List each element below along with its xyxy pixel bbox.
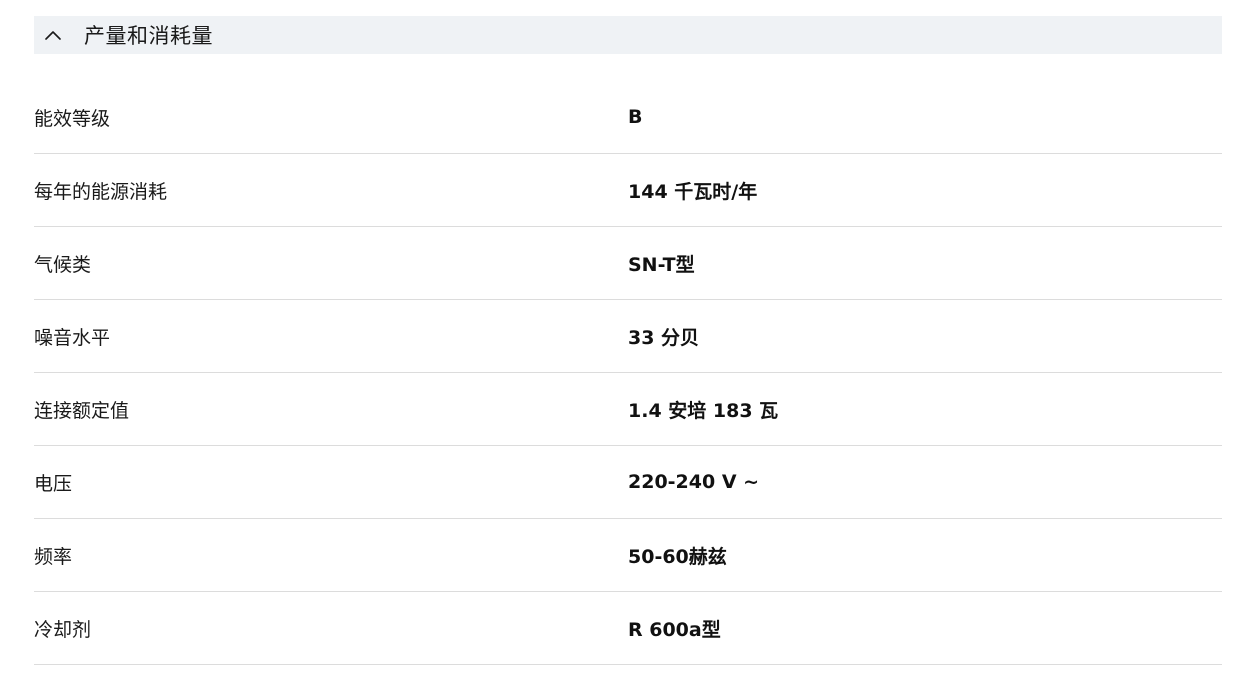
spec-row-noise-level: 噪音水平 33 分贝 xyxy=(34,300,1222,373)
section-header-toggle[interactable]: 产量和消耗量 xyxy=(34,16,1222,54)
spec-label: 连接额定值 xyxy=(34,399,130,422)
spec-panel: 产量和消耗量 能效等级 B 每年的能源消耗 144 千瓦时/年 气候类 SN-T… xyxy=(34,16,1222,665)
spec-label: 每年的能源消耗 xyxy=(34,180,168,203)
spec-value: 33 分贝 xyxy=(628,326,700,349)
spec-value: SN-T型 xyxy=(628,253,695,276)
spec-value: 50-60赫兹 xyxy=(628,545,727,568)
spec-value: 1.4 安培 183 瓦 xyxy=(628,399,779,422)
spec-row-annual-energy: 每年的能源消耗 144 千瓦时/年 xyxy=(34,154,1222,227)
spec-label: 能效等级 xyxy=(34,107,111,130)
spec-label: 噪音水平 xyxy=(34,326,111,349)
spec-list: 能效等级 B 每年的能源消耗 144 千瓦时/年 气候类 SN-T型 噪音水平 … xyxy=(34,81,1222,665)
spec-row-frequency: 频率 50-60赫兹 xyxy=(34,519,1222,592)
section-title: 产量和消耗量 xyxy=(84,24,213,48)
chevron-up-icon[interactable] xyxy=(34,16,72,54)
spec-label: 冷却剂 xyxy=(34,618,92,641)
spec-label: 电压 xyxy=(34,472,73,495)
spec-label: 气候类 xyxy=(34,253,92,276)
spec-value: B xyxy=(628,106,643,128)
spec-value: R 600a型 xyxy=(628,618,721,641)
spec-value: 220-240 V ~ xyxy=(628,471,760,493)
spec-row-energy-class: 能效等级 B xyxy=(34,81,1222,154)
spec-row-climate-class: 气候类 SN-T型 xyxy=(34,227,1222,300)
spec-row-voltage: 电压 220-240 V ~ xyxy=(34,446,1222,519)
spec-row-connection-rating: 连接额定值 1.4 安培 183 瓦 xyxy=(34,373,1222,446)
spec-label: 频率 xyxy=(34,545,73,568)
spec-value: 144 千瓦时/年 xyxy=(628,180,758,203)
spec-row-refrigerant: 冷却剂 R 600a型 xyxy=(34,592,1222,665)
